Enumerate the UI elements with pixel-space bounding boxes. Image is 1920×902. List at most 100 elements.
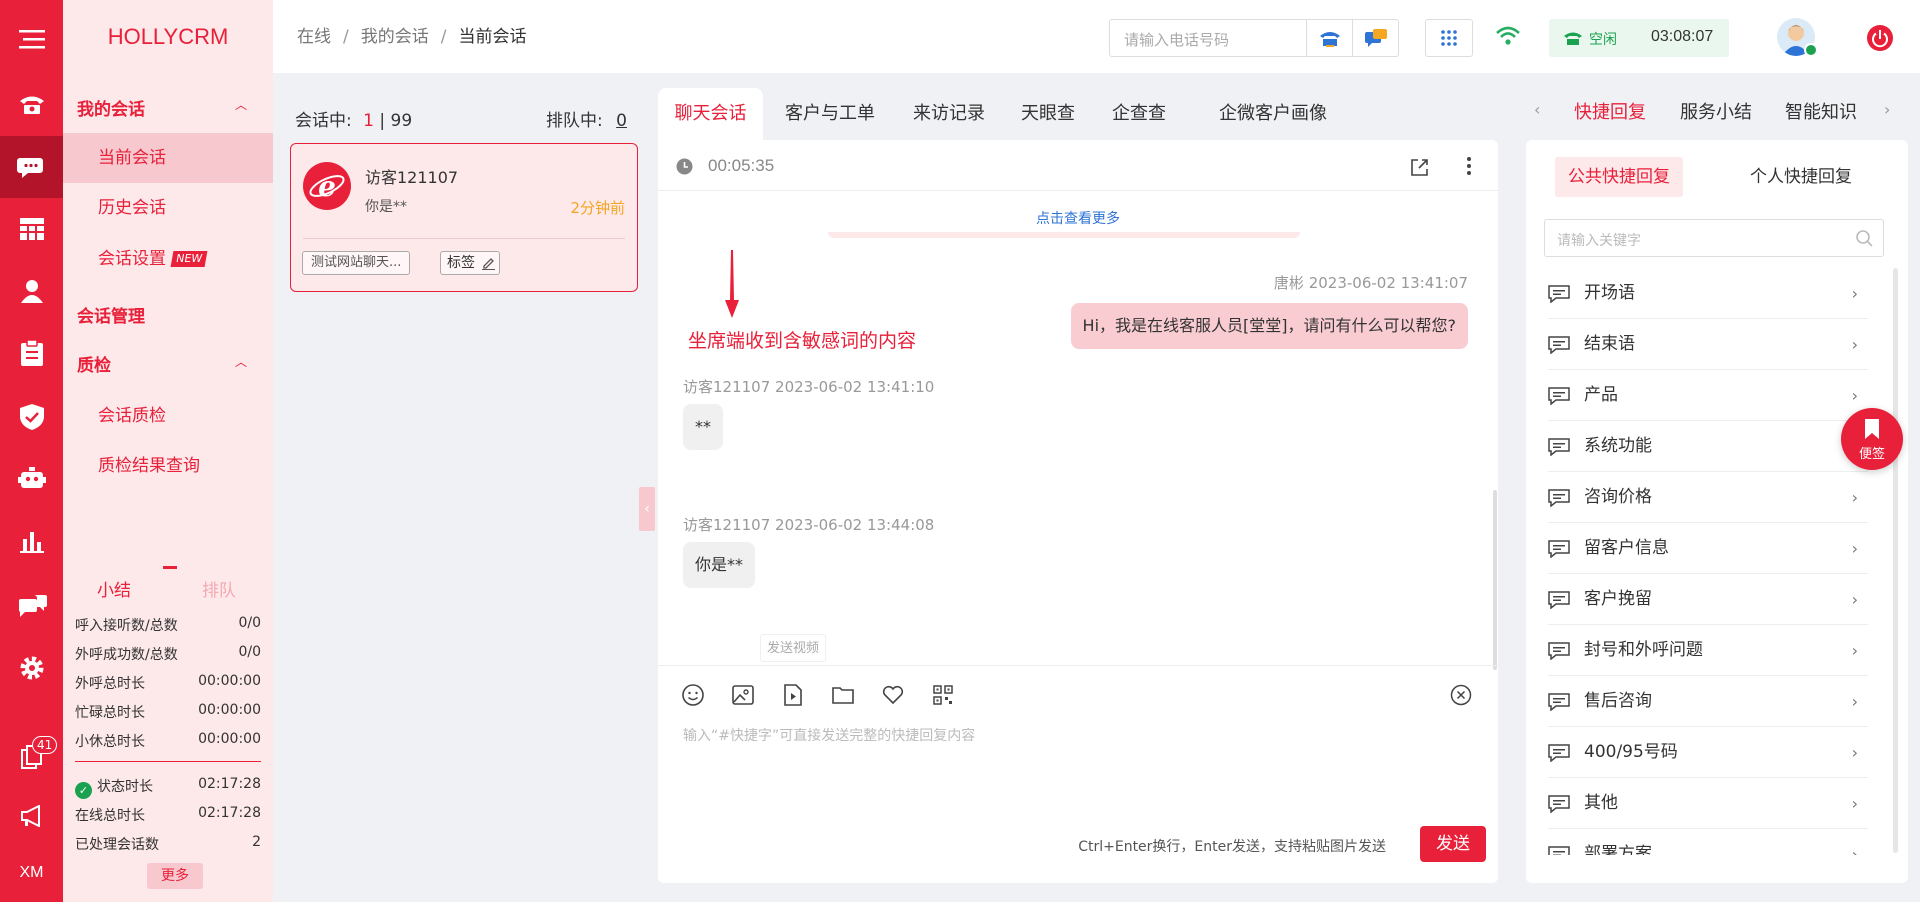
crumb-online[interactable]: 在线: [297, 27, 331, 47]
chevron-right-icon: ›: [1851, 335, 1858, 354]
message-input[interactable]: 输入“#快捷字”可直接发送完整的快捷回复内容: [683, 725, 975, 745]
menu-group-session-mgmt[interactable]: 会话管理: [77, 302, 145, 327]
divider: [658, 190, 1498, 191]
menu-group-qc[interactable]: 质检: [77, 351, 111, 376]
sticky-note-label: 便签: [1858, 447, 1885, 462]
megaphone-icon[interactable]: [0, 785, 63, 847]
load-more-link[interactable]: 点击查看更多: [658, 208, 1498, 228]
user-icon[interactable]: [0, 260, 63, 322]
chevron-right-icon: ›: [1851, 692, 1858, 711]
crumb-my-sessions[interactable]: 我的会话: [361, 27, 429, 47]
menu-toggle-icon[interactable]: [0, 8, 63, 70]
gear-icon[interactable]: [0, 637, 63, 699]
send-button[interactable]: 发送: [1420, 826, 1486, 862]
search-icon[interactable]: [1855, 229, 1873, 247]
share-icon[interactable]: [1410, 157, 1430, 177]
chevron-right-icon: ›: [1851, 743, 1858, 762]
svg-text:e: e: [318, 170, 336, 203]
more-button[interactable]: 更多: [147, 863, 203, 889]
quick-reply-item[interactable]: 系统功能›: [1548, 421, 1868, 472]
folder-icon[interactable]: [831, 683, 855, 707]
chevron-up-icon[interactable]: ︿: [235, 96, 247, 113]
browser-ie-icon: e: [303, 162, 351, 210]
qrcode-icon[interactable]: [931, 683, 955, 707]
quick-reply-item[interactable]: 留客户信息 ›: [1548, 523, 1868, 574]
menu-item-history-session[interactable]: 历史会话: [63, 183, 273, 233]
robot-icon[interactable]: [0, 448, 63, 510]
quick-reply-item[interactable]: 其他 ›: [1548, 778, 1868, 829]
tag-button[interactable]: 标签: [440, 251, 500, 275]
quick-reply-item[interactable]: 客户挽留 ›: [1548, 574, 1868, 625]
sticky-note-button[interactable]: 便签: [1841, 408, 1903, 470]
menu-item-qc-query[interactable]: 质检结果查询: [63, 441, 273, 491]
quick-reply-item[interactable]: 开场语 ›: [1548, 268, 1868, 319]
power-icon[interactable]: [1867, 25, 1893, 51]
quick-reply-item[interactable]: 售后咨询 ›: [1548, 676, 1868, 727]
session-card[interactable]: e 访客121107 你是** 2分钟前 测试网站聊天... 标签: [290, 143, 638, 292]
quick-reply-item[interactable]: 封号和外呼问题 ›: [1548, 625, 1868, 676]
heart-icon[interactable]: [881, 683, 905, 707]
quick-reply-item[interactable]: 咨询价格 ›: [1548, 472, 1868, 523]
apps-grid-button[interactable]: [1425, 19, 1473, 57]
queue-count[interactable]: 0: [616, 111, 627, 131]
tab-customer-ticket[interactable]: 客户与工单: [778, 88, 882, 140]
list-scrollbar[interactable]: [1893, 268, 1898, 853]
tab-qichacha[interactable]: 企查查: [1104, 88, 1174, 140]
keyword-search-input[interactable]: 请输入关键字: [1557, 230, 1641, 250]
quick-reply-item[interactable]: 部署方案 ›: [1548, 829, 1868, 855]
clipboard-icon[interactable]: [0, 322, 63, 384]
chat-scrollbar[interactable]: [1493, 490, 1497, 670]
tab-smart-knowledge[interactable]: 智能知识: [1785, 98, 1857, 124]
tab-tianyancha[interactable]: 天眼查: [1013, 88, 1083, 140]
bar-chart-icon[interactable]: [0, 510, 63, 572]
menu-item-current-session[interactable]: 当前会话: [63, 133, 273, 183]
message-list-icon: [1548, 540, 1570, 558]
tab-summary[interactable]: 小结: [97, 576, 131, 601]
tab-visit-records[interactable]: 来访记录: [906, 88, 992, 140]
subtab-personal[interactable]: 个人快捷回复: [1726, 157, 1876, 197]
collapse-handle-icon[interactable]: ‹: [639, 487, 655, 531]
tab-chat[interactable]: 聊天会话: [658, 88, 763, 140]
tab-queue[interactable]: 排队: [202, 576, 236, 601]
message-list-icon: [1548, 693, 1570, 711]
agent-status[interactable]: 空闲 03:08:07: [1549, 19, 1729, 57]
chevron-right-icon[interactable]: ›: [1884, 100, 1890, 119]
chevron-up-icon[interactable]: ︿: [235, 353, 247, 370]
more-vertical-icon[interactable]: [1466, 156, 1472, 176]
menu-group-my-sessions[interactable]: 我的会话: [77, 95, 145, 120]
message-list-icon: [1548, 387, 1570, 405]
image-icon[interactable]: [731, 683, 755, 707]
emoji-icon[interactable]: [681, 683, 705, 707]
quick-reply-item[interactable]: 产品 ›: [1548, 370, 1868, 421]
phone-input[interactable]: 请输入电话号码: [1124, 29, 1229, 50]
icon-rail: 41 XM: [0, 0, 63, 902]
close-circle-icon[interactable]: [1450, 684, 1472, 706]
stat-value: 00:00:00: [198, 673, 261, 689]
tab-service-summary[interactable]: 服务小结: [1680, 98, 1752, 124]
chevron-left-icon[interactable]: ‹: [1534, 100, 1540, 119]
quick-reply-item[interactable]: 400/95号码 ›: [1548, 727, 1868, 778]
edit-icon: [482, 258, 495, 270]
sms-button[interactable]: [1352, 20, 1398, 56]
quick-reply-item[interactable]: 结束语 ›: [1548, 319, 1868, 370]
bookmark-icon: [1865, 419, 1879, 439]
menu-item-session-settings[interactable]: 会话设置 NEW: [63, 234, 273, 284]
stat-label-wrap: 已处理会话数: [75, 834, 159, 854]
user-initials[interactable]: XM: [0, 842, 63, 902]
dial-button[interactable]: [1306, 20, 1352, 56]
phone-icon[interactable]: [0, 73, 63, 135]
menu-item-label: 会话设置: [98, 249, 166, 269]
stat-row: ✓ 状态时长 02:17:28: [75, 776, 261, 799]
stat-value: 02:17:28: [198, 776, 261, 792]
video-icon[interactable]: [781, 683, 805, 707]
chat-icon[interactable]: [0, 136, 63, 198]
menu-item-qc-session[interactable]: 会话质检: [63, 391, 273, 441]
tab-wecom-profile[interactable]: 企微客户画像: [1198, 88, 1348, 140]
table-icon[interactable]: [0, 198, 63, 260]
status-timer: 03:08:07: [1651, 28, 1714, 45]
subtab-public[interactable]: 公共快捷回复: [1555, 157, 1683, 197]
notes-icon[interactable]: 41: [0, 726, 63, 788]
messages-icon[interactable]: [0, 575, 63, 637]
tab-quick-reply[interactable]: 快捷回复: [1574, 98, 1646, 124]
shield-icon[interactable]: [0, 386, 63, 448]
